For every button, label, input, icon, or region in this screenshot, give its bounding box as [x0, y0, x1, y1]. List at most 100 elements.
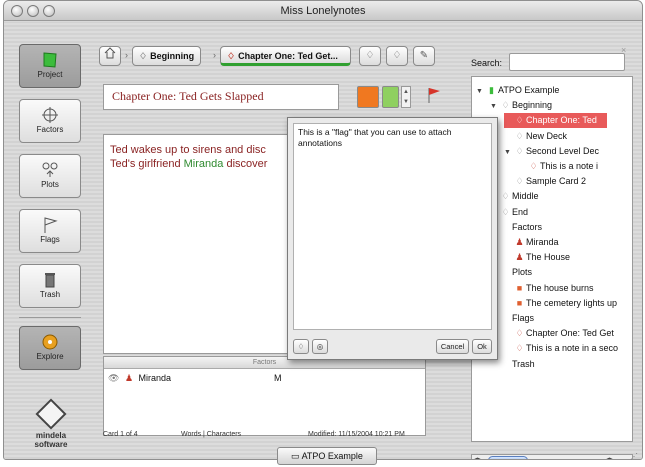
- project-icon: [40, 51, 60, 69]
- search-label: Search:: [471, 58, 503, 68]
- breadcrumb-item-beginning[interactable]: ♢ Beginning: [132, 46, 202, 66]
- factor-row-extra: M: [274, 373, 282, 383]
- new-card-button[interactable]: ♢: [359, 46, 381, 66]
- tree-node-label: ATPO Example: [498, 85, 560, 95]
- breadcrumb: › ♢ Beginning › ♢ Chapter One: Ted Get... …: [95, 44, 457, 68]
- tree-node-label: The cemetery lights up: [526, 297, 618, 308]
- disclosure-triangle-icon[interactable]: ▼: [476, 84, 485, 99]
- sidebar-item-plots[interactable]: Plots: [19, 154, 81, 198]
- orange-color-swatch[interactable]: [357, 86, 379, 108]
- circle-icon: ◎: [316, 342, 324, 351]
- breadcrumb-chevron-icon: ›: [125, 50, 128, 60]
- card-icon: ♢: [501, 206, 510, 217]
- tree-node[interactable]: ♢ Chapter One: Ted: [504, 113, 607, 129]
- sidebar-item-label: Project: [37, 70, 63, 79]
- home-button[interactable]: [99, 46, 121, 66]
- flag-card-icon: ♢: [227, 51, 236, 61]
- visibility-eye-icon[interactable]: 👁: [108, 373, 119, 383]
- tree-node[interactable]: ▼ ♢ Beginning: [490, 98, 552, 113]
- green-color-swatch[interactable]: [382, 86, 399, 108]
- home-icon: [104, 47, 116, 59]
- scroll-right-icon[interactable]: ◂▸: [606, 455, 613, 459]
- modified-date: Modified: 11/15/2004 10:21 PM: [308, 431, 405, 438]
- tree-node-label: End: [512, 206, 529, 217]
- tree-node-label: Factors: [512, 221, 543, 232]
- window-title: Miss Lonelynotes: [280, 5, 366, 17]
- add-card-icon: ♢: [365, 50, 375, 61]
- tree-node-label: Sample Card 2: [526, 176, 587, 187]
- cancel-button[interactable]: Cancel: [436, 339, 469, 354]
- tree-node-label: Miranda: [526, 237, 559, 247]
- sidebar: Project Factors Plots Flags Trash Explor…: [16, 36, 86, 449]
- logo-line-2: software: [34, 440, 68, 449]
- tree-node[interactable]: ♢ New Deck: [504, 129, 567, 144]
- tree-node[interactable]: ■ The house burns: [504, 281, 594, 296]
- clear-search-icon[interactable]: ×: [621, 45, 626, 55]
- ok-button[interactable]: Ok: [472, 339, 492, 354]
- card-icon: ♢: [501, 191, 510, 202]
- tree-node-label: This is a note i: [540, 161, 599, 171]
- card-text-segment: discover: [223, 158, 268, 170]
- tree-node[interactable]: ♢ This is a note i: [518, 159, 598, 174]
- sidebar-item-label: Trash: [39, 290, 61, 299]
- tree-node-label: Beginning: [512, 100, 553, 111]
- tree-node[interactable]: ♟ Miranda: [504, 235, 559, 250]
- sidebar-item-factors[interactable]: Factors: [19, 99, 81, 143]
- tree-node[interactable]: ▼ ♢ Second Level Dec: [504, 144, 599, 159]
- flag-card-icon: ♢: [515, 343, 524, 354]
- mindela-logo-text: mindela software: [22, 431, 80, 449]
- card-text-segment: Ted's girlfriend: [110, 158, 184, 170]
- new-child-card-button[interactable]: ♢: [386, 46, 408, 66]
- sidebar-divider: [19, 317, 81, 318]
- logo-line-1: mindela: [35, 431, 67, 440]
- sidebar-item-trash[interactable]: Trash: [19, 264, 81, 308]
- scroll-thumb[interactable]: [488, 456, 528, 459]
- popup-color-button[interactable]: ◎: [312, 339, 328, 354]
- word-count-toggle[interactable]: Words | Characters: [181, 431, 241, 438]
- resize-grip-icon[interactable]: ⋰: [630, 452, 638, 461]
- document-tab[interactable]: ▭ ATPO Example: [277, 447, 377, 465]
- factor-link[interactable]: Miranda: [184, 158, 224, 170]
- plots-icon: [40, 161, 60, 179]
- color-stepper[interactable]: ▲ ▼: [401, 86, 411, 108]
- sidebar-item-flags[interactable]: Flags: [19, 209, 81, 253]
- flag-card-icon: ♢: [515, 115, 524, 126]
- tree-node-label: The house burns: [526, 282, 594, 293]
- plot-icon: ■: [516, 297, 523, 308]
- tree-node[interactable]: ■ The cemetery lights up: [504, 296, 617, 311]
- annotation-textarea[interactable]: This is a "flag" that you can use to att…: [293, 123, 492, 330]
- tree-node[interactable]: ♢ Chapter One: Ted Get: [504, 326, 613, 341]
- disclosure-triangle-icon[interactable]: ▼: [504, 145, 513, 160]
- popup-option-button[interactable]: ♢: [293, 339, 309, 354]
- tree-node[interactable]: ♢ This is a note in a seco: [504, 341, 618, 356]
- sidebar-item-explore[interactable]: Explore: [19, 326, 81, 370]
- card-icon: ♢: [501, 100, 510, 111]
- plot-icon: ■: [516, 282, 523, 293]
- tree-node[interactable]: ♢ Sample Card 2: [504, 174, 586, 189]
- card-title-field[interactable]: Chapter One: Ted Gets Slapped: [103, 84, 339, 110]
- flag-annotation-popup: This is a "flag" that you can use to att…: [287, 117, 498, 360]
- disclosure-triangle-icon[interactable]: ▼: [490, 99, 499, 114]
- add-child-card-icon: ♢: [392, 50, 402, 61]
- scroll-left-icon[interactable]: ◂▸: [474, 455, 481, 459]
- factor-name: Miranda: [138, 373, 172, 383]
- edit-card-button[interactable]: ✎: [413, 46, 435, 66]
- factor-row[interactable]: 👁 ♟ Miranda: [108, 373, 171, 384]
- sidebar-item-project[interactable]: Project: [19, 44, 81, 88]
- person-icon: ♟: [515, 252, 524, 263]
- card-icon: ♢: [139, 51, 148, 61]
- document-tab-label: ATPO Example: [301, 451, 363, 461]
- search-input[interactable]: [509, 53, 625, 71]
- tree-node-label: This is a note in a seco: [526, 343, 619, 354]
- tree-node[interactable]: ♟ The House: [504, 250, 570, 265]
- title-bar: Miss Lonelynotes: [4, 1, 642, 21]
- sidebar-item-label: Factors: [36, 125, 64, 134]
- breadcrumb-item-current[interactable]: ♢ Chapter One: Ted Get...: [220, 46, 351, 66]
- flag-card-icon: ♢: [529, 161, 538, 171]
- tree-node[interactable]: ▼ ▮ ATPO Example: [476, 83, 559, 98]
- horizontal-scrollbar[interactable]: ◂▸ ◂▸: [471, 454, 633, 459]
- flag-button[interactable]: [426, 86, 446, 108]
- sidebar-item-label: Explore: [36, 352, 64, 361]
- tree-node-label: Middle: [512, 191, 539, 202]
- tree-node-label: The House: [526, 252, 571, 263]
